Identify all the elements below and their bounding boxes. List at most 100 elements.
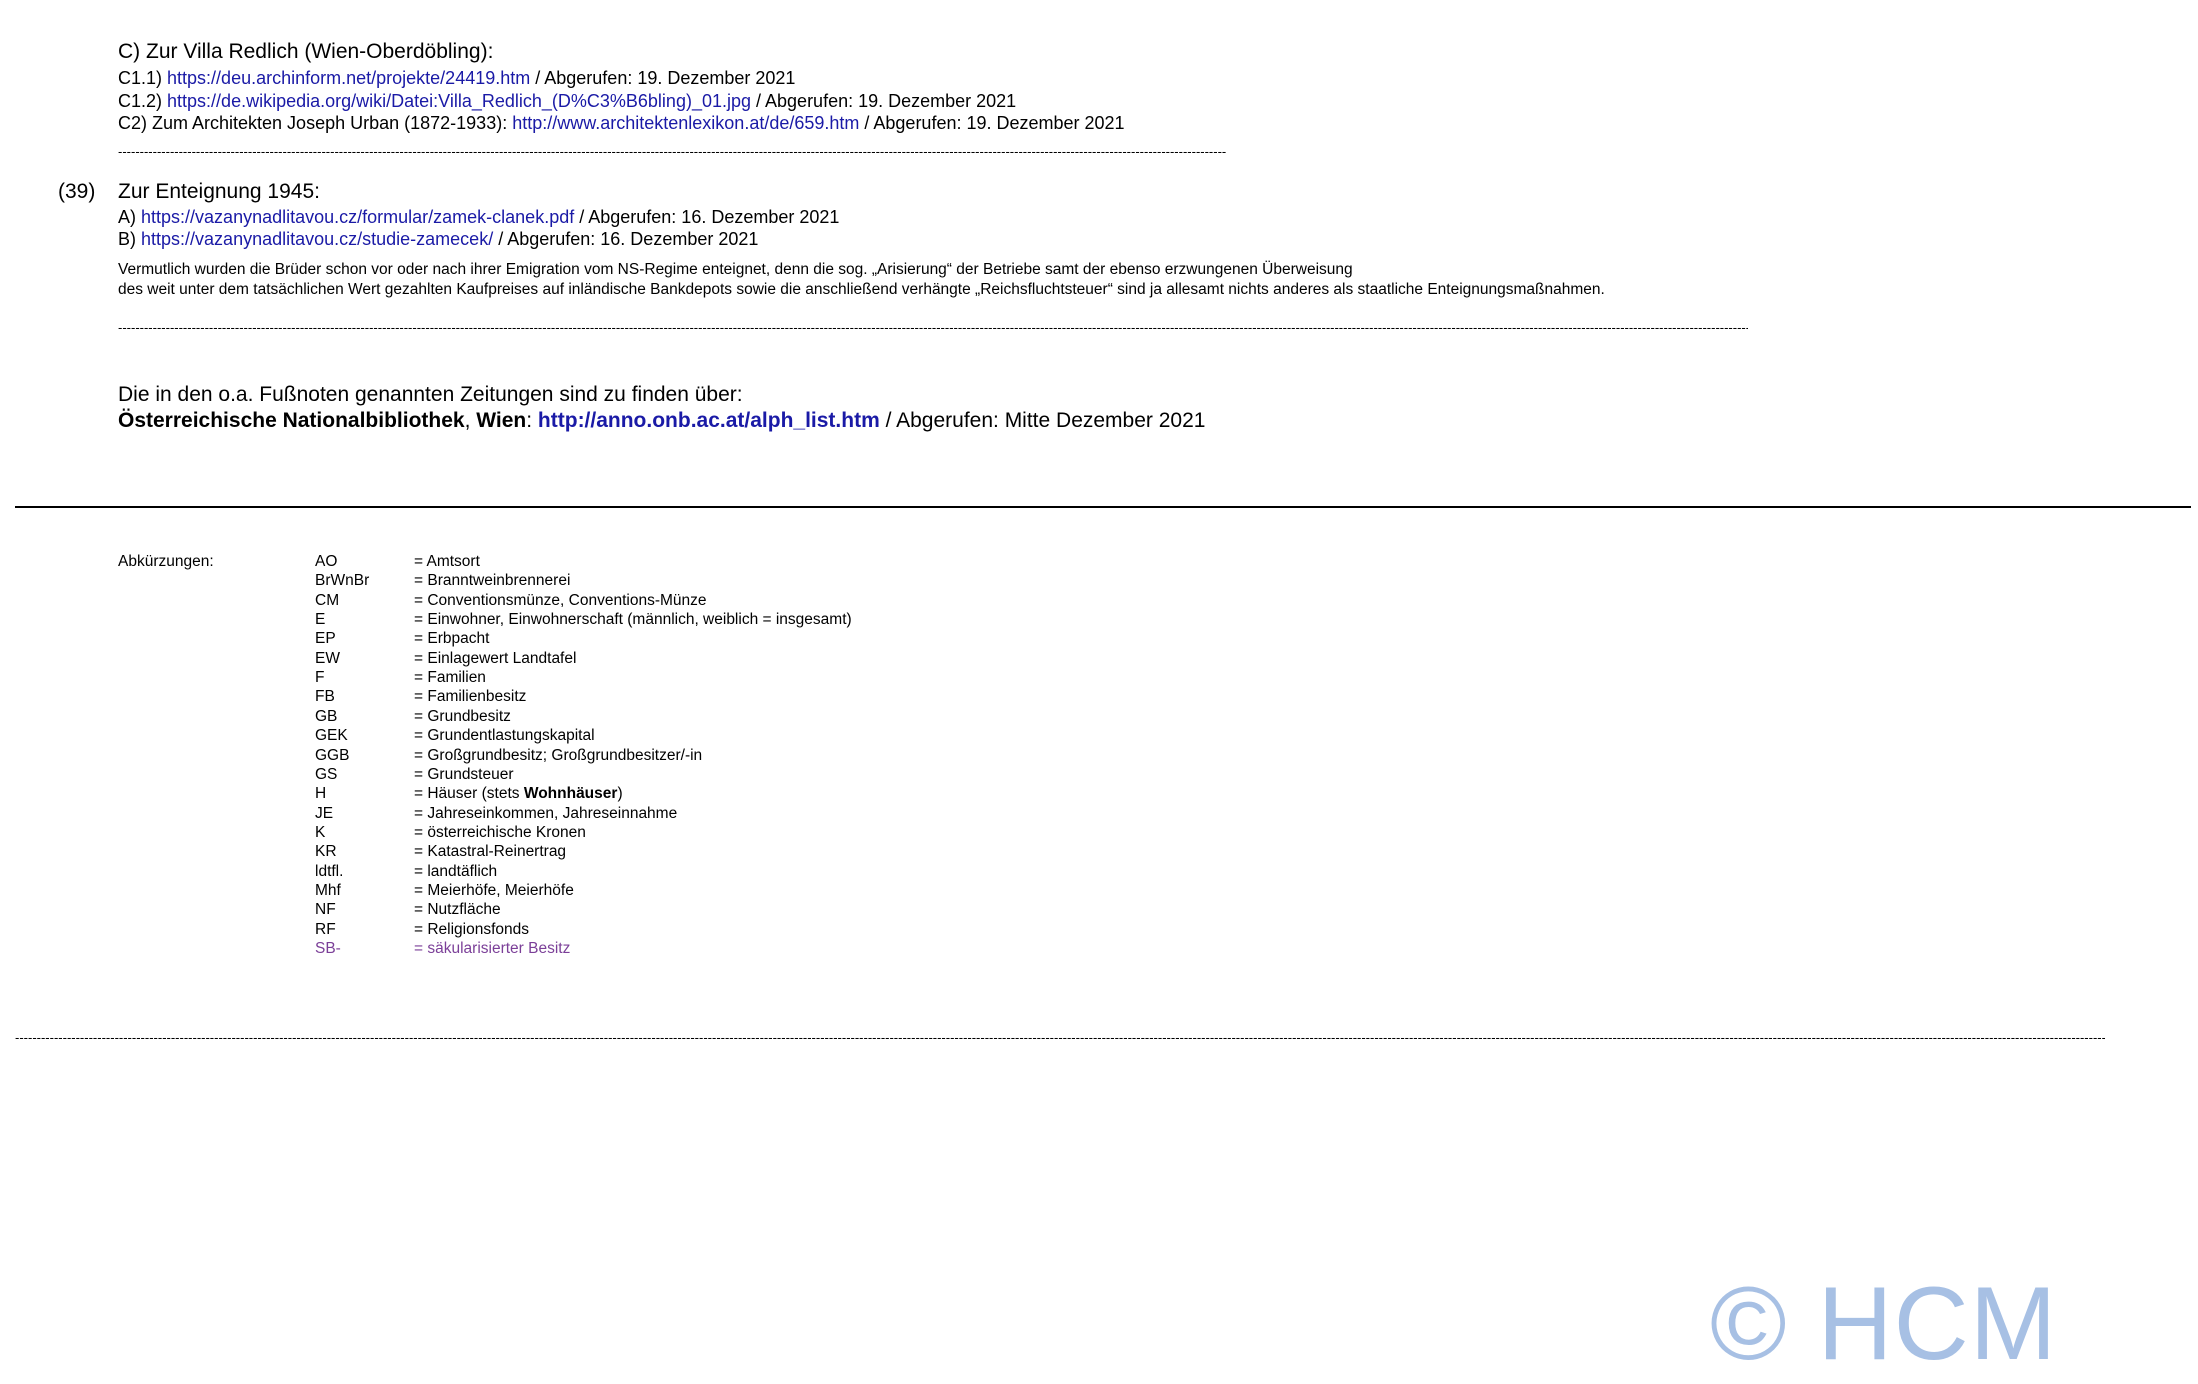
footnote-number: (39)	[58, 180, 96, 203]
abbreviation-description: = Amtsort	[414, 553, 480, 571]
abbreviation-description: = Einlagewert Landtafel	[414, 650, 576, 668]
section-c-item-1: C1.1) https://deu.archinform.net/projekt…	[118, 68, 795, 89]
abbreviation-code: ldtfl.	[315, 862, 344, 880]
footnote-item-a: A) https://vazanynadlitavou.cz/formular/…	[118, 207, 839, 228]
archinform-link[interactable]: https://deu.archinform.net/projekte/2441…	[167, 68, 530, 88]
description-text: = Religionsfonds	[414, 920, 530, 938]
architektenlexikon-link[interactable]: http://www.architektenlexikon.at/de/659.…	[512, 113, 859, 133]
description-text: = Conventionsmünze, Conventions-Münze	[414, 591, 707, 609]
description-text: = Katastral-Reinertrag	[414, 843, 567, 861]
description-text: = Jahreseinkommen, Jahreseinnahme	[414, 804, 678, 822]
item-suffix: / Abgerufen: 19. Dezember 2021	[859, 113, 1125, 133]
abbreviation-description: = Großgrundbesitz; Großgrundbesitzer/-in	[414, 747, 702, 765]
item-prefix: C1.2)	[118, 91, 168, 111]
abbreviation-description: = Einwohner, Einwohnerschaft (männlich, …	[414, 611, 852, 629]
description-text: = Amtsort	[414, 553, 480, 570]
dashed-separator: ----------------------------------------…	[118, 144, 1226, 159]
abbreviation-description: = Grundbesitz	[414, 708, 511, 726]
abbreviation-code: EP	[315, 630, 336, 648]
item-prefix: C2) Zum Architekten Joseph Urban (1872-1…	[118, 113, 513, 133]
section-c-title: C) Zur Villa Redlich (Wien-Oberdöbling):	[118, 40, 494, 63]
abbreviation-code: GB	[315, 707, 338, 725]
abbreviation-code: F	[315, 669, 325, 687]
description-text: = Meierhöfe, Meierhöfe	[414, 881, 574, 899]
description-text: = Nutzfläche	[414, 901, 501, 919]
description-text: = landtäflich	[414, 862, 498, 880]
zamek-clanek-link[interactable]: https://vazanynadlitavou.cz/formular/zam…	[141, 207, 574, 227]
wikipedia-link[interactable]: https://de.wikipedia.org/wiki/Datei:Vill…	[167, 91, 751, 111]
abbreviation-code: FB	[315, 688, 335, 706]
item-prefix: C1.1)	[118, 68, 168, 88]
description-text: = Familien	[414, 669, 486, 687]
abbreviation-code: E	[315, 611, 326, 629]
abbreviation-description: = Meierhöfe, Meierhöfe	[414, 882, 574, 900]
abbreviation-description: = Familienbesitz	[414, 688, 526, 706]
abbreviation-description: = Grundentlastungskapital	[414, 727, 595, 745]
description-text: = Großgrundbesitz; Großgrundbesitzer/-in	[414, 746, 703, 764]
abbreviation-description: = Nutzfläche	[414, 901, 501, 919]
abbreviation-code: EW	[315, 649, 340, 667]
abbreviation-description: = Branntweinbrennerei	[414, 572, 570, 590]
item-suffix: / Abgerufen: 16. Dezember 2021	[493, 229, 759, 249]
item-suffix: / Abgerufen: 19. Dezember 2021	[751, 91, 1017, 111]
institution-name: Österreichische Nationalbibliothek	[118, 409, 465, 432]
abbreviation-code: CM	[315, 591, 340, 609]
abbreviation-code: K	[315, 823, 326, 841]
comma: ,	[464, 409, 477, 432]
abbreviation-code: KR	[315, 843, 337, 861]
dashed-separator: ----------------------------------------…	[15, 1030, 2105, 1045]
description-text: = Grundsteuer	[414, 765, 514, 783]
abbreviation-description: = Grundsteuer	[414, 766, 514, 784]
description-text: = Häuser (stets	[414, 785, 524, 803]
abbreviation-description: = österreichische Kronen	[414, 824, 586, 842]
section-c-item-3: C2) Zum Architekten Joseph Urban (1872-1…	[118, 113, 1125, 134]
footnote-note-line-1: Vermutlich wurden die Brüder schon vor o…	[118, 261, 1353, 278]
abbreviation-code: BrWnBr	[315, 572, 370, 590]
abbreviation-description: = landtäflich	[414, 863, 497, 881]
abbreviation-code: JE	[315, 804, 334, 822]
abbreviation-code: RF	[315, 920, 336, 938]
description-text: = Einwohner, Einwohnerschaft (männlich, …	[414, 611, 852, 629]
item-prefix: A)	[118, 207, 142, 227]
abbreviation-description: = Familien	[414, 669, 486, 687]
footnote-item-b: B) https://vazanynadlitavou.cz/studie-za…	[118, 229, 758, 250]
hcm-watermark: © HCM	[1710, 1266, 2058, 1382]
item-prefix: B)	[118, 229, 142, 249]
abbreviation-description: = Jahreseinkommen, Jahreseinnahme	[414, 805, 677, 823]
newspapers-source: Österreichische Nationalbibliothek, Wien…	[118, 409, 1205, 433]
newspapers-intro: Die in den o.a. Fußnoten genannten Zeitu…	[118, 383, 743, 406]
description-text: = Einlagewert Landtafel	[414, 649, 577, 667]
description-text: = säkularisierter Besitz	[414, 940, 571, 957]
description-text: = Familienbesitz	[414, 688, 527, 706]
description-after-text: )	[617, 785, 623, 803]
abbreviation-code: Mhf	[315, 881, 341, 899]
description-text: = Branntweinbrennerei	[414, 572, 571, 590]
abbreviation-code: H	[315, 785, 327, 803]
abbreviation-description: = Conventionsmünze, Conventions-Münze	[414, 592, 707, 610]
description-text: = österreichische Kronen	[414, 823, 586, 841]
colon: :	[526, 409, 538, 432]
abbreviation-description: = Häuser (stets Wohnhäuser)	[414, 785, 623, 803]
abbreviation-code: NF	[315, 901, 336, 919]
abbreviation-description: = Erbpacht	[414, 630, 489, 648]
abbreviation-code: AO	[315, 553, 338, 570]
footnote-note-line-2: des weit unter dem tatsächlichen Wert ge…	[118, 281, 1605, 298]
abbreviation-code: SB-	[315, 940, 341, 957]
item-suffix: / Abgerufen: 16. Dezember 2021	[574, 207, 840, 227]
abbreviation-description: = Katastral-Reinertrag	[414, 843, 566, 861]
abbreviation-description: = Religionsfonds	[414, 921, 529, 939]
description-text: = Erbpacht	[414, 630, 490, 648]
description-text: = Grundbesitz	[414, 707, 511, 725]
description-text: = Grundentlastungskapital	[414, 727, 595, 745]
anno-onb-link[interactable]: http://anno.onb.ac.at/alph_list.htm	[538, 409, 880, 432]
city-name: Wien	[476, 409, 527, 432]
dashed-separator: ----------------------------------------…	[118, 320, 1748, 335]
abbreviation-code: GS	[315, 765, 338, 783]
retrieved-suffix: / Abgerufen: Mitte Dezember 2021	[879, 409, 1206, 432]
section-c-item-2: C1.2) https://de.wikipedia.org/wiki/Date…	[118, 91, 1016, 112]
abbreviations-label: Abkürzungen:	[118, 553, 214, 570]
footnote-title: Zur Enteignung 1945:	[118, 180, 320, 203]
abbreviation-description: = säkularisierter Besitz	[414, 940, 570, 958]
studie-zamecek-link[interactable]: https://vazanynadlitavou.cz/studie-zamec…	[141, 229, 493, 249]
abbreviation-code: GGB	[315, 746, 350, 764]
